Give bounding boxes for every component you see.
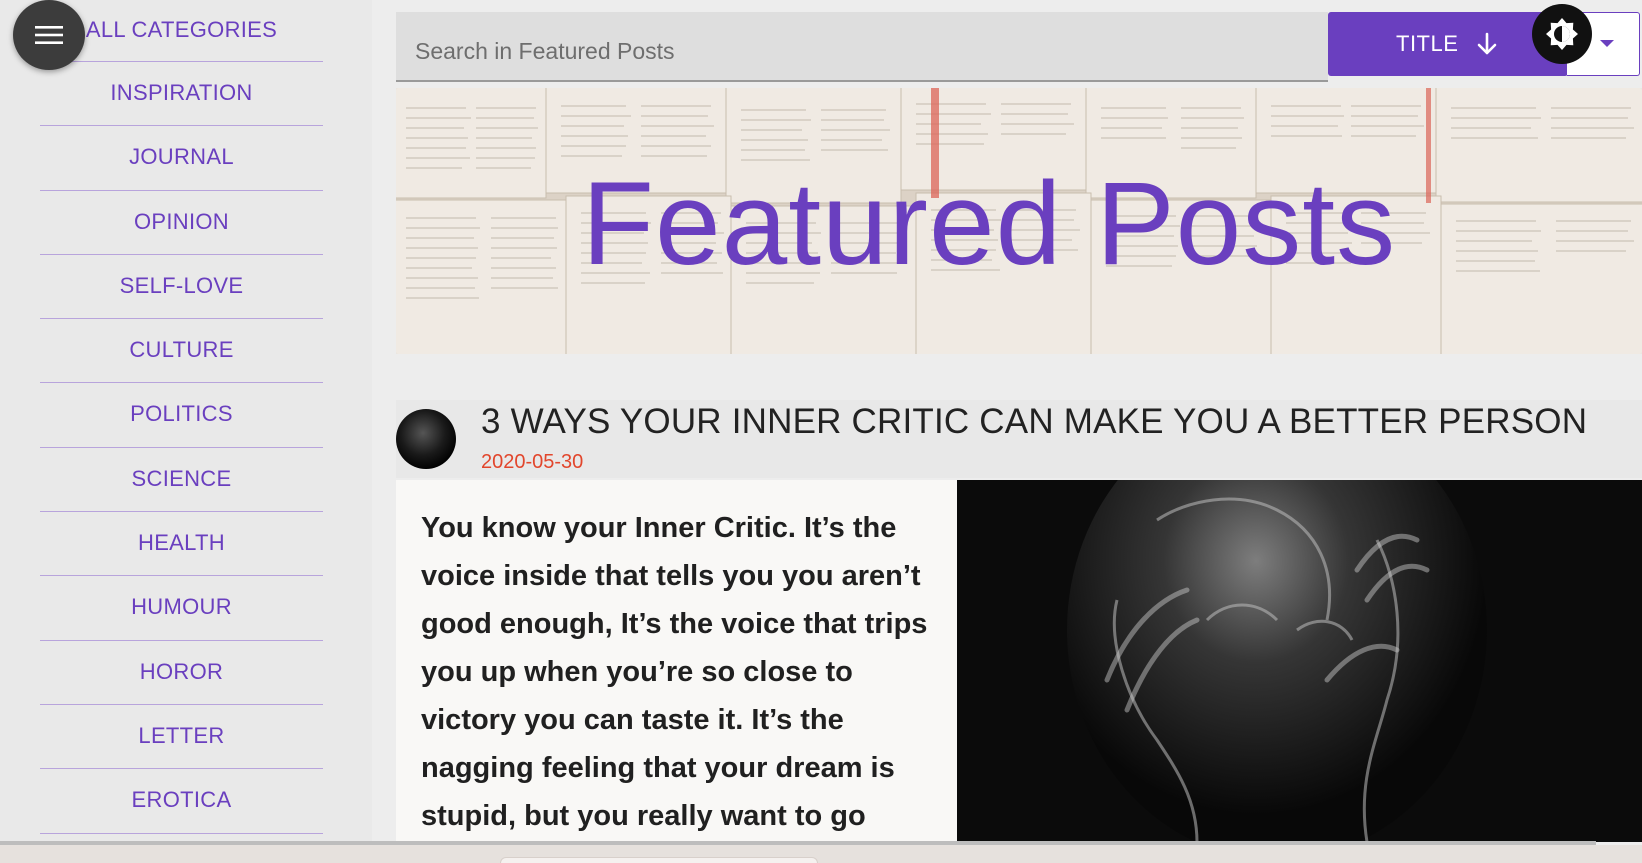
post-title[interactable]: 3 WAYS YOUR INNER CRITIC CAN MAKE YOU A … bbox=[481, 402, 1587, 442]
category-inspiration[interactable]: INSPIRATION bbox=[40, 62, 323, 127]
brightness-icon bbox=[1546, 18, 1578, 50]
post-card[interactable]: You know your Inner Critic. It’s the voi… bbox=[396, 480, 1642, 842]
post-image bbox=[957, 480, 1642, 842]
hero-banner: Featured Posts bbox=[396, 88, 1642, 354]
category-science[interactable]: SCIENCE bbox=[40, 448, 323, 513]
category-self-love[interactable]: SELF-LOVE bbox=[40, 255, 323, 320]
category-culture[interactable]: CULTURE bbox=[40, 319, 323, 384]
category-humour[interactable]: HUMOUR bbox=[40, 576, 323, 641]
search-bar bbox=[396, 12, 1328, 82]
sort-label: TITLE bbox=[1396, 31, 1459, 56]
category-erotica[interactable]: EROTICA bbox=[40, 769, 323, 834]
sidebar: ALL CATEGORIES INSPIRATION JOURNAL OPINI… bbox=[0, 0, 372, 843]
sort-button[interactable]: TITLE bbox=[1328, 12, 1568, 76]
category-opinion[interactable]: OPINION bbox=[40, 191, 323, 255]
category-horor[interactable]: HOROR bbox=[40, 641, 323, 705]
footer-tab[interactable] bbox=[500, 857, 818, 863]
search-input[interactable] bbox=[396, 12, 1328, 80]
author-avatar[interactable] bbox=[396, 409, 456, 469]
category-health[interactable]: HEALTH bbox=[40, 512, 323, 577]
arrow-down-icon bbox=[1476, 32, 1498, 56]
menu-button[interactable] bbox=[13, 0, 85, 70]
category-letter[interactable]: LETTER bbox=[40, 705, 323, 770]
post-excerpt: You know your Inner Critic. It’s the voi… bbox=[396, 480, 957, 842]
theme-toggle-button[interactable] bbox=[1532, 4, 1592, 64]
caret-down-icon bbox=[1600, 40, 1614, 47]
post-date: 2020-05-30 bbox=[481, 451, 584, 473]
hero-title: Featured Posts bbox=[581, 158, 1397, 290]
category-politics[interactable]: POLITICS bbox=[40, 383, 323, 448]
footer-strip bbox=[0, 845, 1642, 863]
category-list: ALL CATEGORIES INSPIRATION JOURNAL OPINI… bbox=[40, 0, 323, 834]
category-journal[interactable]: JOURNAL bbox=[40, 126, 323, 191]
hamburger-icon bbox=[35, 26, 63, 44]
